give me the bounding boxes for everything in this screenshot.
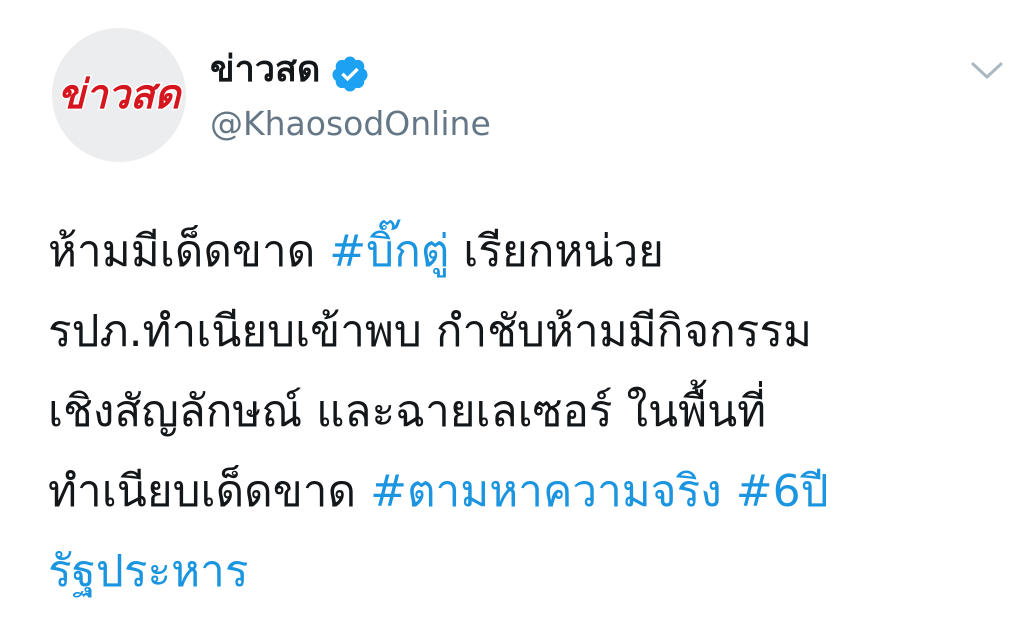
- hashtag-link[interactable]: #บิ๊กตู่: [329, 226, 449, 277]
- chevron-down-icon[interactable]: [968, 58, 1006, 82]
- hashtag-link[interactable]: #6ปี: [736, 466, 829, 517]
- tweet-text-segment: ทำเนียบเด็ดขาด: [48, 466, 371, 517]
- tweet-line-5: รัฐประหาร: [48, 532, 1008, 612]
- tweet-card: ข่าวสด ข่าวสด @KhaosodOnline ห้ามมีเด็ดข…: [0, 0, 1024, 621]
- avatar[interactable]: ข่าวสด: [52, 28, 186, 162]
- tweet-line-1: ห้ามมีเด็ดขาด #บิ๊กตู่ เรียกหน่วย: [48, 212, 1008, 292]
- tweet-line-3: เชิงสัญลักษณ์ และฉายเลเซอร์ ในพื้นที่: [48, 386, 767, 437]
- svg-text:ข่าวสด: ข่าวสด: [58, 72, 183, 118]
- hashtag-link[interactable]: รัฐประหาร: [48, 546, 248, 597]
- tweet-line-2: รปภ.ทำเนียบเข้าพบ กำชับห้ามมีกิจกรรม: [48, 306, 813, 357]
- tweet-text: ห้ามมีเด็ดขาด #บิ๊กตู่ เรียกหน่วย รปภ.ทำ…: [48, 212, 1008, 612]
- tweet-line-4: ทำเนียบเด็ดขาด #ตามหาความจริง #6ปี: [48, 452, 1008, 532]
- handle[interactable]: @KhaosodOnline: [210, 102, 491, 146]
- tweet-text-segment: เรียกหน่วย: [449, 226, 664, 277]
- display-name[interactable]: ข่าวสด: [210, 44, 320, 96]
- hashtag-link[interactable]: #ตามหาความจริง: [370, 466, 722, 517]
- khaosod-logo: ข่าวสด: [56, 71, 184, 120]
- tweet-text-segment: [722, 466, 736, 517]
- verified-badge-icon: [332, 56, 368, 92]
- tweet-text-segment: ห้ามมีเด็ดขาด: [48, 226, 330, 277]
